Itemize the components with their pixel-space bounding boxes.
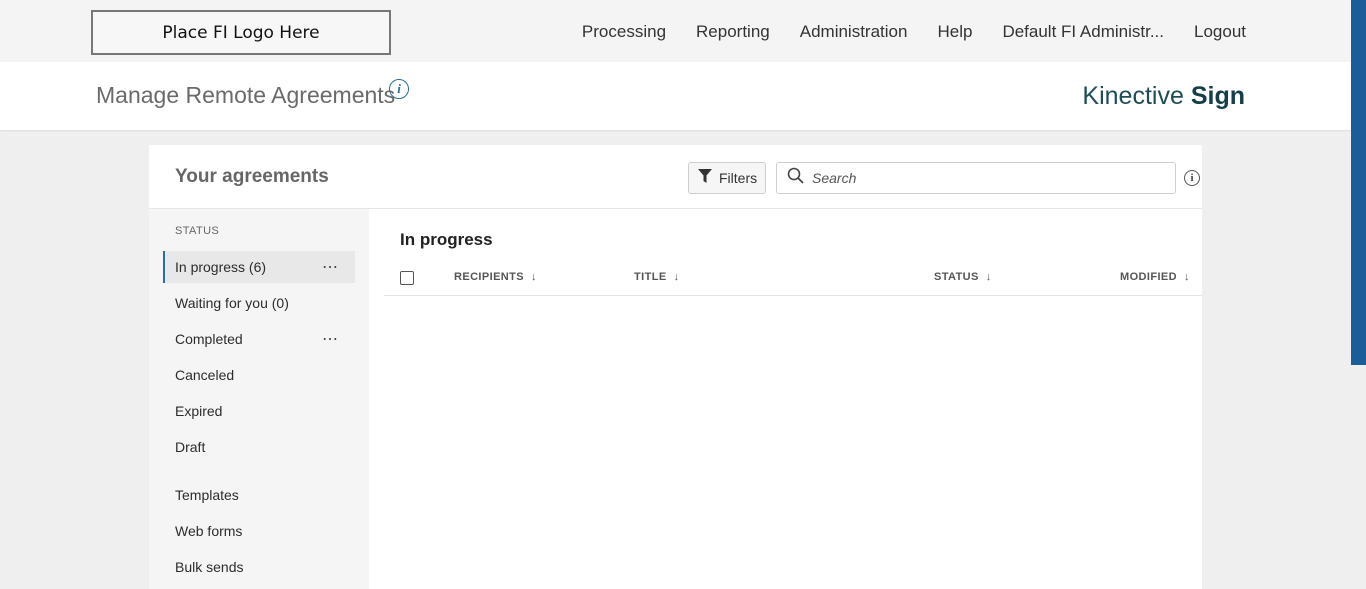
status-sidebar: STATUS In progress (6) ⋯ Waiting for you… — [149, 209, 369, 589]
nav-administration[interactable]: Administration — [800, 22, 908, 42]
filters-label: Filters — [719, 170, 758, 186]
main-nav: Processing Reporting Administration Help… — [582, 22, 1246, 42]
search-input[interactable] — [812, 170, 1152, 186]
sidebar-item-label: Expired — [175, 403, 223, 419]
search-info-icon[interactable]: i — [1184, 170, 1200, 186]
sort-arrow-icon: ↓ — [1183, 271, 1190, 283]
logo-text: Place FI Logo Here — [162, 22, 320, 43]
top-navigation-bar: Place FI Logo Here Processing Reporting … — [0, 0, 1351, 62]
sort-arrow-icon: ↓ — [673, 271, 680, 283]
sidebar-item-canceled[interactable]: Canceled — [163, 359, 355, 391]
column-header-recipients[interactable]: RECIPIENTS ↓ — [454, 271, 537, 283]
select-all-checkbox[interactable] — [400, 271, 414, 285]
sidebar-item-draft[interactable]: Draft — [163, 431, 355, 463]
column-header-status[interactable]: STATUS ↓ — [934, 271, 992, 283]
page-scrollbar[interactable] — [1351, 0, 1366, 589]
brand-name-bold: Sign — [1190, 82, 1245, 110]
sidebar-item-label: Templates — [175, 487, 239, 503]
nav-logout[interactable]: Logout — [1194, 22, 1246, 42]
sort-arrow-icon: ↓ — [985, 271, 992, 283]
agreements-panel-header: Your agreements Filters i — [149, 145, 1202, 209]
filter-icon — [698, 169, 712, 187]
sidebar-item-templates[interactable]: Templates — [163, 479, 355, 511]
sidebar-item-label: In progress (6) — [175, 259, 267, 275]
sidebar-item-completed[interactable]: Completed ⋯ — [163, 323, 355, 355]
scrollbar-thumb[interactable] — [1351, 0, 1366, 365]
column-label: STATUS — [934, 271, 979, 283]
nav-user-account[interactable]: Default FI Administr... — [1002, 22, 1164, 42]
sort-arrow-icon: ↓ — [531, 271, 537, 283]
sidebar-item-label: Completed — [175, 331, 243, 347]
fi-logo-placeholder[interactable]: Place FI Logo Here — [91, 10, 391, 55]
sidebar-item-label: Bulk sends — [175, 559, 244, 575]
column-header-modified[interactable]: MODIFIED ↓ — [1120, 271, 1190, 283]
agreements-title: Your agreements — [175, 166, 329, 187]
table-header: RECIPIENTS ↓ TITLE ↓ STATUS ↓ MODIFIED ↓ — [384, 261, 1202, 296]
sidebar-item-label: Canceled — [175, 367, 235, 383]
column-label: RECIPIENTS — [454, 271, 525, 283]
info-icon[interactable]: i — [389, 79, 409, 99]
sidebar-item-label: Waiting for you (0) — [175, 295, 289, 311]
brand-name-light: Kinective — [1082, 82, 1184, 110]
list-title: In progress — [400, 230, 493, 249]
sidebar-item-in-progress[interactable]: In progress (6) ⋯ — [163, 251, 355, 283]
sidebar-item-label: Web forms — [175, 523, 243, 539]
sidebar-item-web-forms[interactable]: Web forms — [163, 515, 355, 547]
column-label: MODIFIED — [1120, 271, 1177, 283]
sidebar-item-label: Draft — [175, 439, 206, 455]
nav-reporting[interactable]: Reporting — [696, 22, 770, 42]
agreements-panel: Your agreements Filters i STATUS In prog… — [149, 145, 1202, 589]
page-title: Manage Remote Agreements — [96, 82, 396, 108]
nav-help[interactable]: Help — [937, 22, 972, 42]
more-options-icon[interactable]: ⋯ — [322, 257, 339, 277]
nav-processing[interactable]: Processing — [582, 22, 666, 42]
status-section-label: STATUS — [175, 225, 220, 237]
search-field[interactable] — [776, 162, 1176, 194]
sidebar-item-waiting-for-you[interactable]: Waiting for you (0) — [163, 287, 355, 319]
more-options-icon[interactable]: ⋯ — [322, 329, 339, 349]
column-label: TITLE — [634, 271, 667, 283]
sidebar-item-bulk-sends[interactable]: Bulk sends — [163, 551, 355, 583]
brand-logo: Kinective Sign — [1082, 82, 1245, 111]
column-header-title[interactable]: TITLE ↓ — [634, 271, 679, 283]
filters-button[interactable]: Filters — [688, 162, 766, 194]
search-icon — [787, 167, 804, 189]
page-header: Manage Remote Agreements i Kinective Sig… — [0, 62, 1351, 130]
sidebar-item-expired[interactable]: Expired — [163, 395, 355, 427]
